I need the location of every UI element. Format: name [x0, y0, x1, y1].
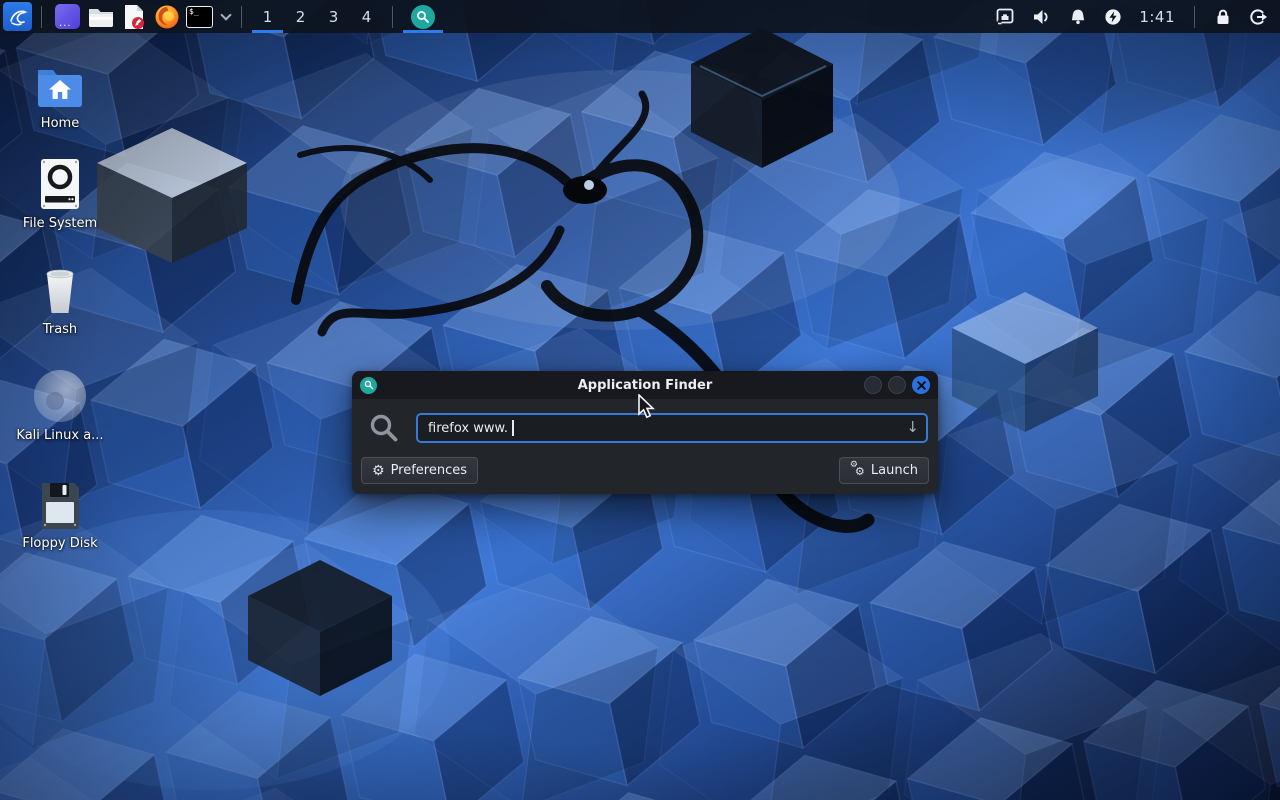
titlebar[interactable]: Application Finder: [352, 371, 938, 399]
desktop-icon-file-system[interactable]: File System: [10, 156, 110, 231]
terminal-launcher[interactable]: $_: [183, 0, 216, 33]
file-manager-icon: [88, 6, 114, 28]
preferences-button[interactable]: ⚙ Preferences: [361, 457, 478, 484]
text-editor-icon: [122, 4, 146, 30]
clock[interactable]: 1:41: [1139, 8, 1175, 26]
panel-separator: [41, 6, 42, 28]
firefox-icon: [154, 4, 180, 30]
launch-gears-icon: ⚙ ⚙: [850, 463, 865, 478]
panel-separator: [241, 6, 242, 28]
maximize-button[interactable]: [888, 376, 906, 394]
launch-button[interactable]: ⚙ ⚙ Launch: [839, 457, 929, 484]
minimize-button[interactable]: [864, 376, 882, 394]
app-finder-icon: [411, 5, 435, 29]
workspace-2-button[interactable]: 2: [284, 0, 317, 33]
desktop-icon-label: Kali Linux a...: [10, 428, 110, 443]
terminal-icon: $_: [186, 6, 213, 28]
app-finder-taskbar-button[interactable]: [402, 0, 444, 33]
home-folder-icon: [10, 56, 110, 110]
desktop-icon-label: Trash: [10, 322, 110, 337]
hard-drive-icon: [10, 156, 110, 210]
floppy-disk-icon: [10, 476, 110, 530]
network-icon[interactable]: [996, 8, 1015, 25]
firefox-launcher[interactable]: [150, 0, 183, 33]
power-manager-icon[interactable]: [1104, 8, 1122, 26]
workspace-1-button[interactable]: 1: [251, 0, 284, 33]
window-title: Application Finder: [352, 378, 938, 393]
kali-logo-icon: [7, 6, 29, 28]
desktop-icon-home[interactable]: Home: [10, 56, 110, 131]
kali-app-icon: [10, 368, 110, 422]
kali-menu-button[interactable]: [3, 2, 32, 31]
close-icon: [917, 381, 926, 390]
desktop-icon-label: Home: [10, 116, 110, 131]
window-manager-launcher[interactable]: ...: [51, 0, 84, 33]
chevron-down-icon[interactable]: [220, 9, 231, 20]
lock-icon[interactable]: [1214, 8, 1232, 26]
gear-icon: ⚙: [372, 464, 385, 478]
desktop-icon-kali-linux[interactable]: Kali Linux a...: [10, 368, 110, 443]
desktop-icon-label: Floppy Disk: [10, 536, 110, 551]
search-input[interactable]: [416, 413, 928, 443]
desktop-icon-floppy-disk[interactable]: Floppy Disk: [10, 476, 110, 551]
window-manager-icon: ...: [55, 4, 80, 29]
file-manager-launcher[interactable]: [84, 0, 117, 33]
desktop-icon-label: File System: [10, 216, 110, 231]
notifications-bell-icon[interactable]: [1069, 8, 1087, 26]
panel-separator: [1194, 6, 1195, 28]
trash-icon: [10, 262, 110, 316]
application-finder-window: Application Finder ↓ ⚙ Prefere: [352, 371, 938, 494]
volume-icon[interactable]: [1032, 8, 1052, 26]
system-tray: 1:41: [996, 6, 1268, 28]
panel-separator: [392, 6, 393, 28]
top-panel: ...: [0, 0, 1280, 33]
app-finder-window-icon: [360, 377, 377, 394]
desktop-icon-trash[interactable]: Trash: [10, 262, 110, 337]
close-button[interactable]: [912, 376, 930, 394]
search-icon: [364, 413, 404, 443]
text-caret: [512, 420, 514, 436]
text-editor-launcher[interactable]: [117, 0, 150, 33]
workspace-4-button[interactable]: 4: [350, 0, 383, 33]
log-out-icon[interactable]: [1249, 8, 1268, 26]
workspace-3-button[interactable]: 3: [317, 0, 350, 33]
